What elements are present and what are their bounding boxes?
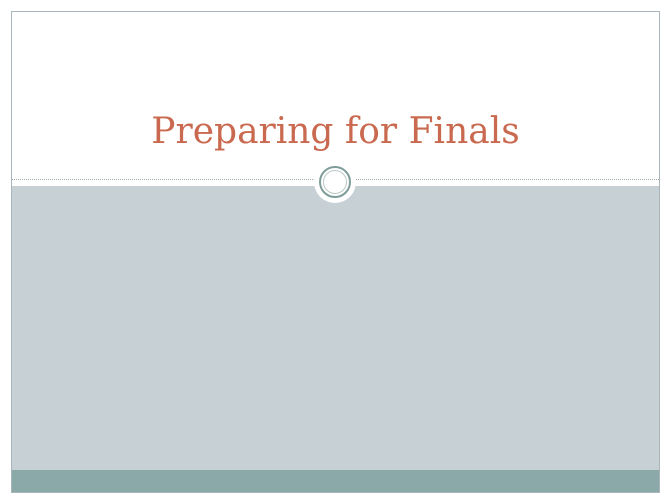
slide-title: Preparing for Finals bbox=[151, 111, 520, 152]
ornament-ring bbox=[319, 166, 351, 198]
content-placeholder[interactable] bbox=[12, 186, 659, 470]
slide: Preparing for Finals bbox=[11, 11, 660, 493]
ornament-inner-ring bbox=[323, 170, 347, 194]
footer-band bbox=[12, 470, 659, 492]
circle-ornament-icon bbox=[314, 161, 356, 203]
title-area: Preparing for Finals bbox=[12, 12, 659, 180]
